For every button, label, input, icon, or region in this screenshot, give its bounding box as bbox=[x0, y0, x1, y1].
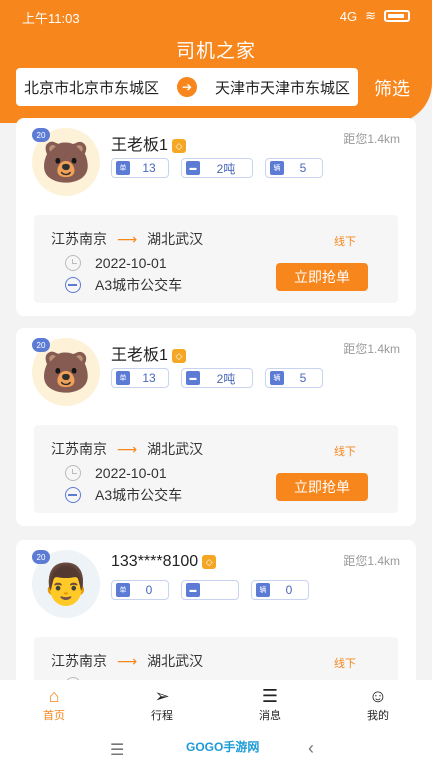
tab-profile[interactable]: ☺ 我的 bbox=[324, 680, 432, 728]
driver-card[interactable]: 🐻 20 王老板1 ◇ 距您1.4km 单 13 ▬ 2吨 辆5 江苏南京 ⟶ 湖北武汉 … bbox=[16, 118, 416, 316]
truck-icon: ▬ bbox=[186, 371, 200, 385]
route-arrow-icon: ➔ bbox=[177, 77, 197, 97]
steering-wheel-icon bbox=[65, 277, 81, 293]
route-from[interactable]: 北京市北京市东城区 bbox=[24, 77, 159, 98]
stat-count: 辆0 bbox=[251, 580, 309, 600]
offline-tag: 线下 bbox=[334, 658, 356, 670]
driver-name: 王老板1 ◇ bbox=[111, 341, 186, 365]
level-badge: 20 bbox=[32, 128, 50, 142]
order-panel: 江苏南京 ⟶ 湖北武汉 线下 2022-10-01 A3城市公交车 立即抢单 bbox=[34, 215, 398, 303]
grab-order-button[interactable]: 立即抢单 bbox=[276, 263, 368, 291]
grab-order-button[interactable]: 立即抢单 bbox=[276, 473, 368, 501]
level-badge: 20 bbox=[32, 338, 50, 352]
avatar: 👨 20 bbox=[32, 550, 104, 622]
order-vehicle: A3城市公交车 bbox=[65, 485, 182, 505]
network-icon: 4G bbox=[339, 8, 358, 24]
stat-weight: ▬ 2吨 bbox=[181, 158, 253, 178]
distance: 距您1.4km bbox=[343, 132, 400, 146]
stat-orders: 单 13 bbox=[111, 368, 169, 388]
order-icon: 单 bbox=[116, 583, 130, 597]
battery-icon bbox=[384, 10, 410, 22]
driver-name: 133****8100 ◇ bbox=[111, 553, 217, 571]
stat-count: 辆5 bbox=[265, 158, 323, 178]
menu-icon[interactable]: ☰ bbox=[110, 740, 124, 760]
clock-icon bbox=[65, 255, 81, 271]
tab-messages[interactable]: ☰ 消息 bbox=[216, 680, 324, 728]
status-icons: 4G ≋ bbox=[340, 8, 410, 24]
driver-card[interactable]: 🐻 20 王老板1 ◇ 距您1.4km 单 13 ▬ 2吨 辆5 江苏南京 ⟶ 湖北武汉 … bbox=[16, 328, 416, 526]
order-date: 2022-10-01 bbox=[65, 465, 167, 481]
order-route: 江苏南京 ⟶ 湖北武汉 bbox=[51, 440, 204, 458]
driver-stats: 单 13 ▬ 2吨 辆5 bbox=[111, 368, 323, 388]
filter-button[interactable]: 筛选 bbox=[374, 75, 410, 101]
system-nav-bar: ☰ GOGO手游网 ‹ bbox=[0, 728, 432, 768]
route-selector[interactable]: 北京市北京市东城区 ➔ 天津市天津市东城区 bbox=[16, 68, 358, 106]
route-arrow-icon: ⟶ bbox=[117, 652, 138, 669]
driver-card[interactable]: 👨 20 133****8100 ◇ 距您1.4km 单0 ▬ 辆0 江苏南京 ⟶ 湖… bbox=[16, 540, 416, 725]
driver-stats: 单 13 ▬ 2吨 辆5 bbox=[111, 158, 323, 178]
steering-wheel-icon bbox=[65, 487, 81, 503]
order-panel: 江苏南京 ⟶ 湖北武汉 线下 2022-10-01 A3城市公交车 立即抢单 bbox=[34, 425, 398, 513]
offline-tag: 线下 bbox=[334, 236, 356, 248]
count-icon: 辆 bbox=[270, 161, 284, 175]
order-route: 江苏南京 ⟶ 湖北武汉 bbox=[51, 652, 204, 670]
level-badge: 20 bbox=[32, 550, 50, 564]
stat-weight: ▬ bbox=[181, 580, 239, 600]
order-route: 江苏南京 ⟶ 湖北武汉 bbox=[51, 230, 204, 248]
stat-orders: 单0 bbox=[111, 580, 169, 600]
tab-home[interactable]: ⌂ 首页 bbox=[0, 680, 108, 728]
user-icon: ☺ bbox=[368, 686, 388, 706]
count-icon: 辆 bbox=[256, 583, 270, 597]
avatar: 🐻 20 bbox=[32, 338, 104, 410]
order-icon: 单 bbox=[116, 161, 130, 175]
order-date: 2022-10-01 bbox=[65, 255, 167, 271]
route-arrow-icon: ⟶ bbox=[117, 440, 138, 457]
watermark-logo: GOGO手游网 bbox=[186, 740, 260, 754]
message-icon: ☰ bbox=[261, 686, 279, 706]
distance: 距您1.4km bbox=[343, 342, 400, 356]
wifi-icon: ≋ bbox=[365, 8, 376, 23]
order-icon: 单 bbox=[116, 371, 130, 385]
status-time: 上午11:03 bbox=[22, 11, 80, 26]
driver-name: 王老板1 ◇ bbox=[111, 131, 186, 155]
route-to[interactable]: 天津市天津市东城区 bbox=[215, 77, 350, 98]
send-icon: ➢ bbox=[154, 686, 170, 706]
vip-icon: ◇ bbox=[171, 348, 186, 363]
offline-tag: 线下 bbox=[334, 446, 356, 458]
stat-weight: ▬ 2吨 bbox=[181, 368, 253, 388]
tab-trip[interactable]: ➢ 行程 bbox=[108, 680, 216, 728]
route-arrow-icon: ⟶ bbox=[117, 230, 138, 247]
page-title: 司机之家 bbox=[175, 41, 256, 62]
count-icon: 辆 bbox=[270, 371, 284, 385]
truck-icon: ▬ bbox=[186, 583, 200, 597]
status-bar: 上午11:03 4G ≋ bbox=[0, 0, 432, 32]
bottom-tab-bar: ⌂ 首页 ➢ 行程 ☰ 消息 ☺ 我的 bbox=[0, 680, 432, 728]
avatar: 🐻 20 bbox=[32, 128, 104, 200]
distance: 距您1.4km bbox=[343, 554, 400, 568]
back-icon[interactable]: ‹ bbox=[308, 738, 314, 759]
stat-count: 辆5 bbox=[265, 368, 323, 388]
clock-icon bbox=[65, 465, 81, 481]
home-icon: ⌂ bbox=[48, 686, 60, 706]
vip-icon: ◇ bbox=[171, 138, 186, 153]
order-vehicle: A3城市公交车 bbox=[65, 275, 182, 295]
stat-orders: 单 13 bbox=[111, 158, 169, 178]
driver-stats: 单0 ▬ 辆0 bbox=[111, 580, 309, 600]
vip-icon: ◇ bbox=[202, 554, 217, 569]
truck-icon: ▬ bbox=[186, 161, 200, 175]
